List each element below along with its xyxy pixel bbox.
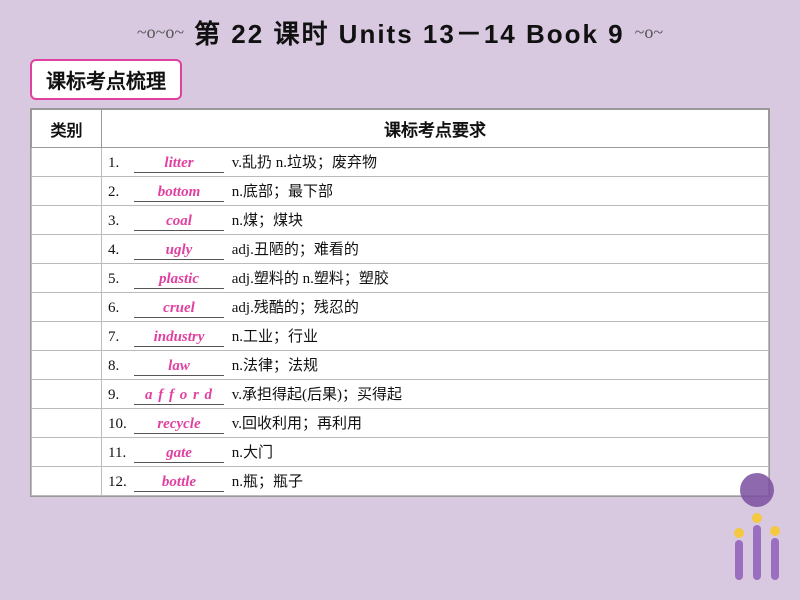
table-row: 5.plastic adj.塑料的 n.塑料；塑胶 [32,264,769,293]
vocabulary-word: cruel [134,300,224,318]
header: ~o~o~ 第 22 课时 Units 13－14 Book 9 ~o~ [0,0,800,59]
content-cell: 8.law n.法律；法规 [102,351,769,380]
vocabulary-word: a f f o r d [134,387,224,405]
category-cell [32,148,102,177]
deco-dot-1 [734,528,744,538]
table-row: 6.cruel adj.残酷的；残忍的 [32,293,769,322]
table-row: 4.ugly adj.丑陋的；难看的 [32,235,769,264]
category-cell [32,206,102,235]
table-row: 8.law n.法律；法规 [32,351,769,380]
table-row: 2.bottom n.底部；最下部 [32,177,769,206]
table-row: 11.gate n.大门 [32,438,769,467]
category-cell [32,438,102,467]
deco-stem-3 [770,526,780,580]
word-definition: n.法律；法规 [228,358,318,374]
deco-left: ~o~o~ [137,22,184,43]
category-cell [32,177,102,206]
content-cell: 2.bottom n.底部；最下部 [102,177,769,206]
content-cell: 9.a f f o r d v.承担得起(后果)；买得起 [102,380,769,409]
row-number: 8. [108,358,130,375]
section-label-container: 课标考点梳理 [0,59,800,108]
category-cell [32,380,102,409]
row-number: 9. [108,387,130,404]
category-cell [32,467,102,496]
category-cell [32,322,102,351]
decoration-right [734,473,780,580]
word-definition: n.瓶；瓶子 [228,474,303,490]
vocabulary-word: coal [134,213,224,231]
vocabulary-table: 类别 课标考点要求 1.litter v.乱扔 n.垃圾；废弃物2.bottom… [31,109,769,496]
content-cell: 4.ugly adj.丑陋的；难看的 [102,235,769,264]
content-cell: 7.industry n.工业；行业 [102,322,769,351]
content-cell: 10.recycle v.回收利用；再利用 [102,409,769,438]
row-number: 12. [108,474,130,491]
word-definition: adj.残酷的；残忍的 [228,300,359,316]
table-row: 1.litter v.乱扔 n.垃圾；废弃物 [32,148,769,177]
table-row: 7.industry n.工业；行业 [32,322,769,351]
vocabulary-word: gate [134,445,224,463]
row-number: 3. [108,213,130,230]
row-number: 4. [108,242,130,259]
content-cell: 1.litter v.乱扔 n.垃圾；废弃物 [102,148,769,177]
content-cell: 6.cruel adj.残酷的；残忍的 [102,293,769,322]
word-definition: v.乱扔 n.垃圾；废弃物 [228,155,377,171]
category-cell [32,264,102,293]
main-table-container: 类别 课标考点要求 1.litter v.乱扔 n.垃圾；废弃物2.bottom… [30,108,770,497]
category-cell [32,235,102,264]
vocabulary-word: industry [134,329,224,347]
row-number: 11. [108,445,130,462]
content-cell: 12.bottle n.瓶；瓶子 [102,467,769,496]
row-number: 1. [108,155,130,172]
section-label: 课标考点梳理 [30,59,182,100]
vocabulary-word: ugly [134,242,224,260]
content-cell: 11.gate n.大门 [102,438,769,467]
word-definition: n.煤；煤块 [228,213,303,229]
row-number: 10. [108,416,130,433]
category-cell [32,293,102,322]
deco-circle [740,473,774,507]
deco-dot-2 [752,513,762,523]
row-number: 5. [108,271,130,288]
vocabulary-word: bottom [134,184,224,202]
row-number: 2. [108,184,130,201]
word-definition: adj.丑陋的；难看的 [228,242,359,258]
word-definition: n.底部；最下部 [228,184,333,200]
word-definition: n.大门 [228,445,273,461]
col-header-category: 类别 [32,110,102,148]
word-definition: v.承担得起(后果)；买得起 [228,387,402,403]
table-row: 10.recycle v.回收利用；再利用 [32,409,769,438]
content-cell: 5.plastic adj.塑料的 n.塑料；塑胶 [102,264,769,293]
table-row: 3.coal n.煤；煤块 [32,206,769,235]
vocabulary-word: litter [134,155,224,173]
row-number: 6. [108,300,130,317]
page-title: 第 22 课时 Units 13－14 Book 9 [194,14,625,51]
word-definition: v.回收利用；再利用 [228,416,362,432]
row-number: 7. [108,329,130,346]
col-header-requirements: 课标考点要求 [102,110,769,148]
deco-stem-2 [752,513,762,580]
vocabulary-word: recycle [134,416,224,434]
vocabulary-word: plastic [134,271,224,289]
content-cell: 3.coal n.煤；煤块 [102,206,769,235]
word-definition: n.工业；行业 [228,329,318,345]
deco-dot-3 [770,526,780,536]
deco-stem-1 [734,528,744,580]
category-cell [32,351,102,380]
deco-stems [734,513,780,580]
deco-right: ~o~ [635,22,663,43]
vocabulary-word: bottle [134,474,224,492]
vocabulary-word: law [134,358,224,376]
table-row: 9.a f f o r d v.承担得起(后果)；买得起 [32,380,769,409]
category-cell [32,409,102,438]
table-row: 12.bottle n.瓶；瓶子 [32,467,769,496]
word-definition: adj.塑料的 n.塑料；塑胶 [228,271,389,287]
